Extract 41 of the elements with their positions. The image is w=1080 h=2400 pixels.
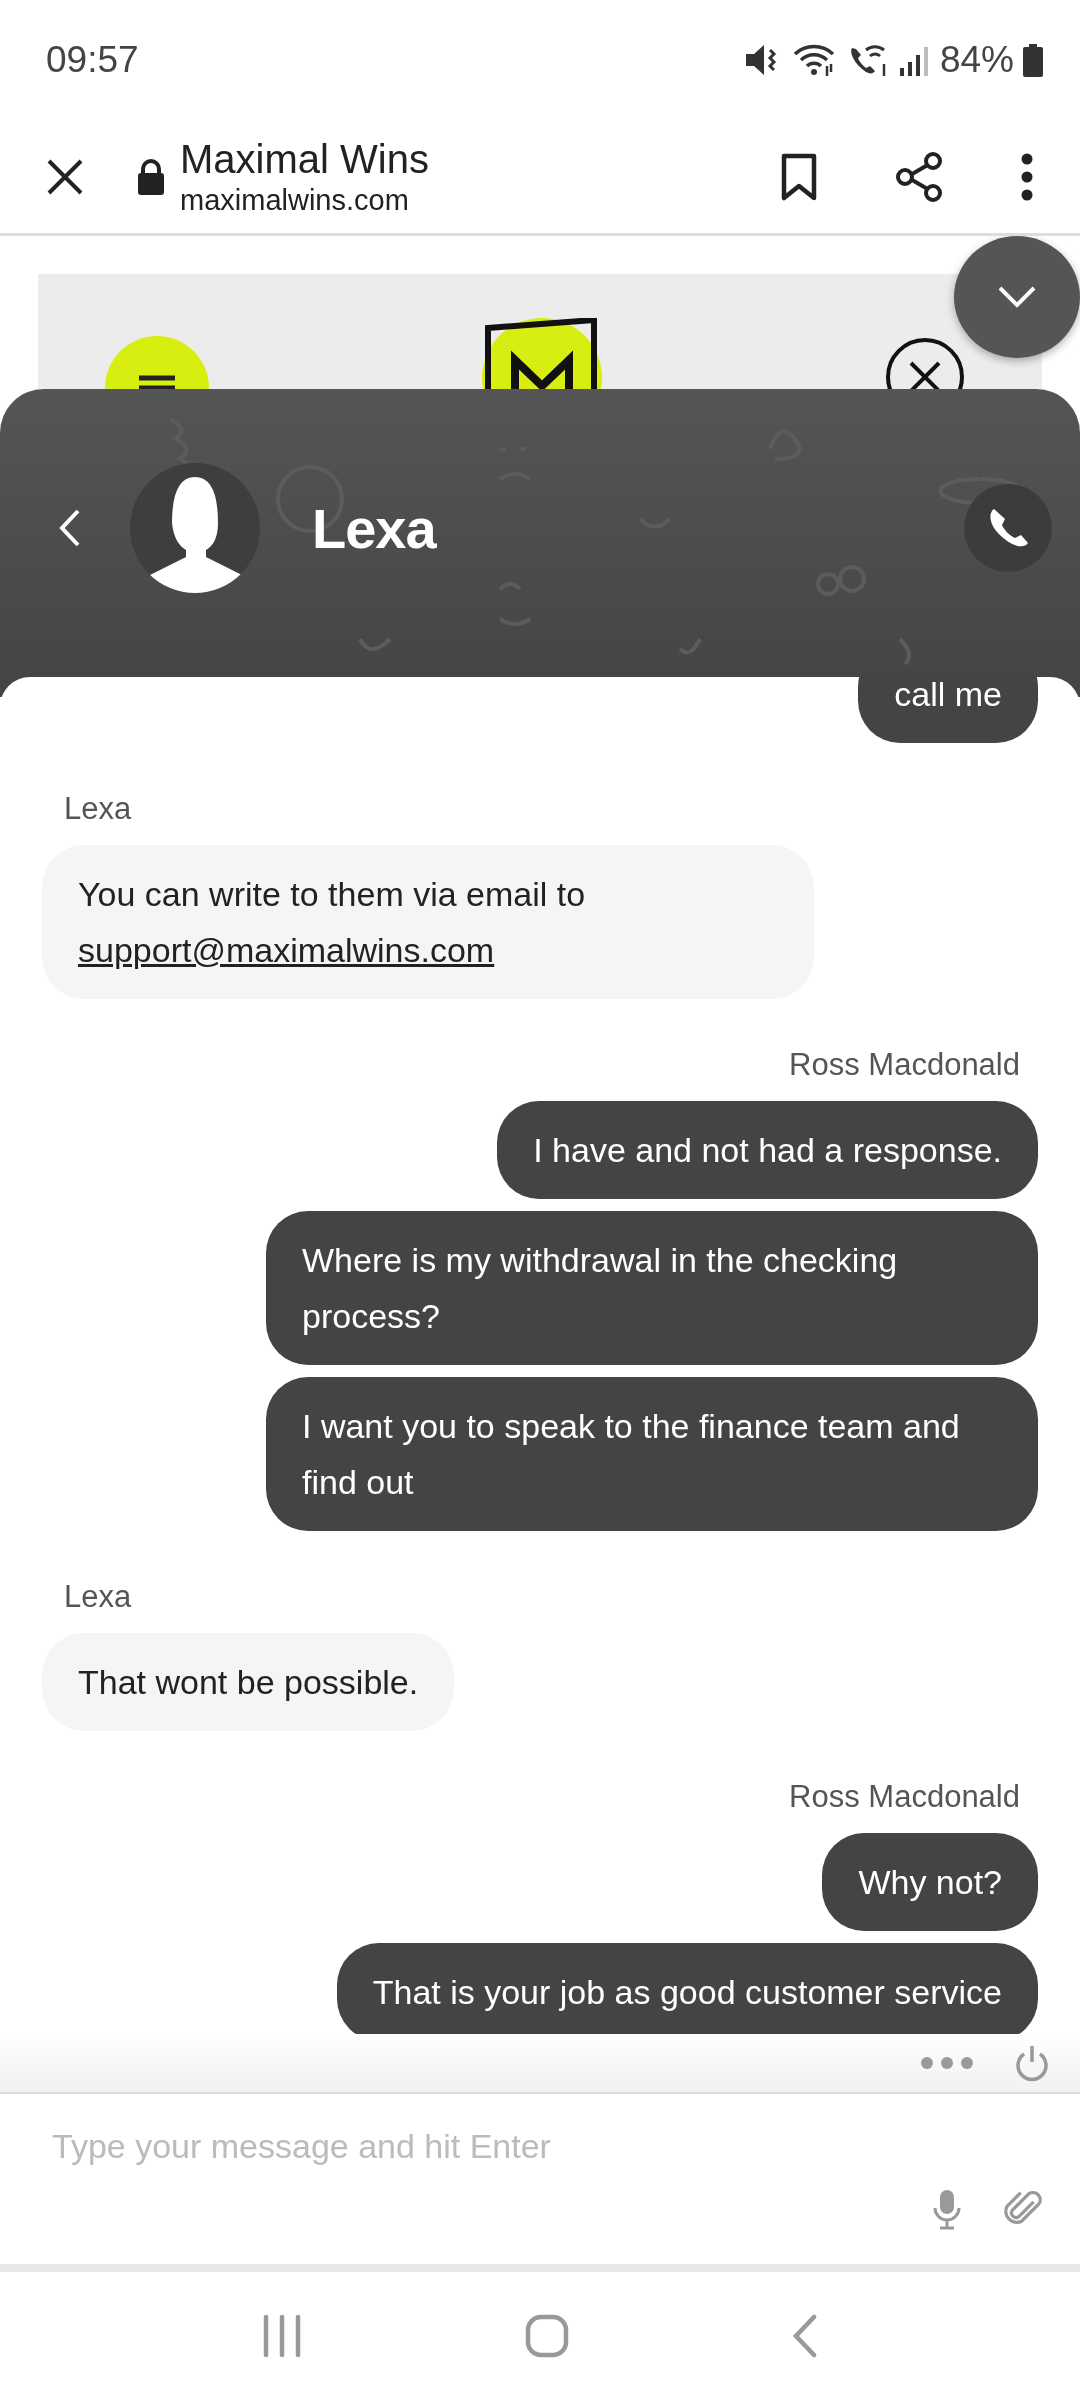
- message-text: Why not?: [858, 1863, 1002, 1901]
- home-button[interactable]: [525, 2314, 569, 2358]
- back-icon: [59, 508, 81, 548]
- message-text: call me: [894, 677, 1002, 713]
- email-link[interactable]: support@maximalwins.com: [78, 931, 495, 969]
- close-icon: [46, 157, 84, 196]
- sender-name: Ross Macdonald: [788, 1047, 1021, 1083]
- more-icon: [1020, 151, 1034, 202]
- message-text: You can write to them via email to support@maximalwins.com: [78, 875, 586, 969]
- clock-time: 09:57: [46, 39, 139, 81]
- recents-icon: [261, 2315, 302, 2357]
- microphone-button[interactable]: [932, 2188, 962, 2230]
- menu-icon[interactable]: [105, 336, 209, 389]
- message-text: I have and not had a response.: [533, 1131, 1002, 1169]
- message-text: Where is my withdrawal in the checking process?: [302, 1241, 898, 1335]
- dots-icon: [920, 2056, 974, 2070]
- bookmark-icon: [781, 152, 817, 201]
- home-icon: [525, 2314, 569, 2358]
- lock-icon: [136, 157, 166, 196]
- close-icon[interactable]: [884, 336, 966, 389]
- share-icon: [894, 149, 944, 204]
- sender-name: Ross Macdonald: [788, 1779, 1021, 1815]
- battery-level: 84%: [939, 39, 1014, 81]
- back-icon: [792, 2314, 819, 2358]
- message-input[interactable]: Type your message and hit Enter: [52, 2116, 932, 2176]
- message-text: That wont be possible.: [78, 1663, 419, 1701]
- contact-name: Lexa: [312, 495, 438, 561]
- typing-dots-button[interactable]: [920, 2056, 974, 2070]
- power-button[interactable]: [1014, 2044, 1050, 2082]
- message-text: That is your job as good customer service: [372, 1973, 1002, 2011]
- microphone-icon: [932, 2188, 962, 2230]
- message-text: I want you to speak to the finance team and find out: [302, 1407, 960, 1501]
- page-title: Maximal Wins: [180, 135, 430, 182]
- page-url: maximalwins.com: [180, 182, 410, 218]
- chevron-down-icon: [997, 285, 1037, 309]
- recents-button[interactable]: [261, 2315, 302, 2357]
- battery-icon: [1022, 42, 1044, 78]
- sender-name: Lexa: [63, 1579, 133, 1615]
- collapse-button[interactable]: [954, 236, 1080, 358]
- power-icon: [1014, 2044, 1050, 2082]
- sender-name: Lexa: [63, 791, 133, 827]
